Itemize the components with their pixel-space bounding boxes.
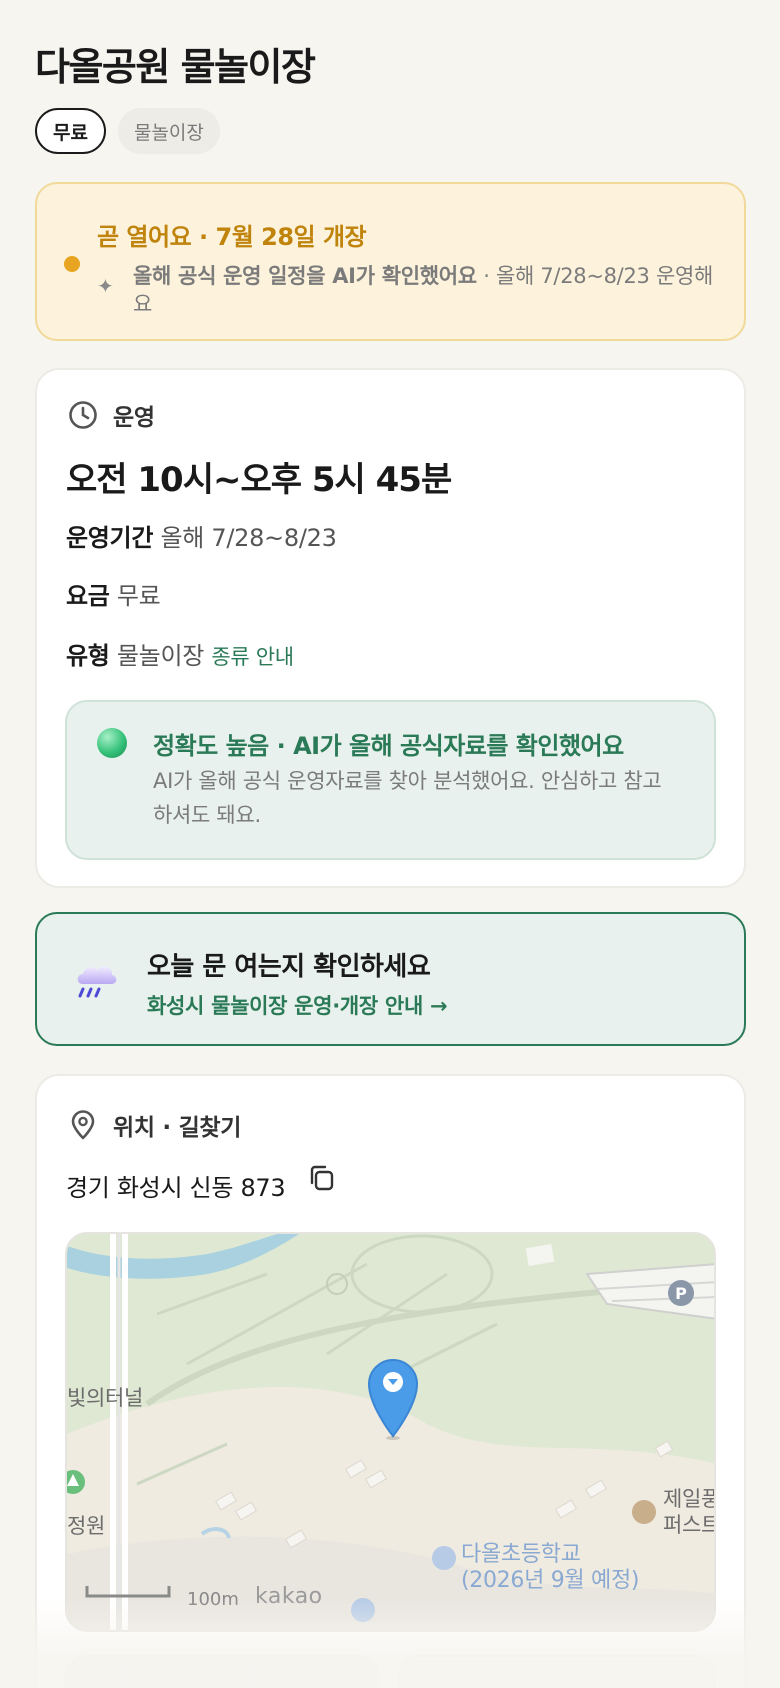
- notice-sub-bold: 올해 공식 운영 일정을 AI가 확인했어요: [133, 264, 477, 288]
- chip-waterpark[interactable]: 물놀이장: [117, 108, 220, 154]
- weather-title: 오늘 문 여는지 확인하세요: [147, 952, 431, 982]
- type-guide-link[interactable]: 종류 안내: [211, 645, 294, 669]
- accuracy-orb-icon: [97, 728, 127, 758]
- opening-notice: 곧 열어요 · 7월 28일 개장 ✦ 올해 공식 운영 일정을 AI가 확인했…: [35, 182, 746, 341]
- operation-section-label: 운영: [113, 405, 155, 431]
- notice-subtext: 올해 공식 운영 일정을 AI가 확인했어요 · 올해 7/28~8/23 운영…: [133, 262, 713, 318]
- map-label-school: 다올초등학교 (2026년 9월 예정): [461, 1542, 640, 1594]
- map-label-school-note: (2026년 9월 예정): [461, 1568, 640, 1593]
- copy-icon[interactable]: [307, 1164, 337, 1198]
- status-dot: [64, 256, 80, 272]
- address-text: 경기 화성시 신동 873: [66, 1174, 286, 1202]
- chip-free[interactable]: 무료: [35, 108, 106, 154]
- page-title: 다올공원 물놀이장: [35, 45, 316, 89]
- location-map[interactable]: P 빛의터널 정원 다올초등학교 (2026년 9월 예정) 제일풍 퍼스트 k…: [65, 1232, 716, 1632]
- fee-value: 무료: [116, 582, 161, 610]
- map-label-garden: 정원: [67, 1514, 106, 1538]
- accuracy-title: 정확도 높음 · AI가 올해 공식자료를 확인했어요: [153, 732, 624, 760]
- page: 다올공원 물놀이장 무료 물놀이장 곧 열어요 · 7월 28일 개장 ✦ 올해…: [0, 0, 780, 1688]
- period-row: 운영기간 올해 7/28~8/23: [66, 518, 337, 553]
- weather-check-banner[interactable]: 오늘 문 여는지 확인하세요 화성시 물놀이장 운영·개장 안내 →: [35, 912, 746, 1046]
- sparkle-icon: ✦: [97, 274, 114, 298]
- fee-row: 요금 무료: [66, 576, 161, 611]
- location-card: 위치 · 길찾기 경기 화성시 신동 873 P 빛의터널 정원 다올초등학교 …: [35, 1074, 746, 1688]
- map-label-tunnel: 빛의터널: [67, 1386, 144, 1410]
- location-pin-icon[interactable]: [365, 1356, 421, 1440]
- operation-card: 운영 오전 10시~오후 5시 45분 운영기간 올해 7/28~8/23 요금…: [35, 368, 746, 888]
- rain-cloud-icon: [73, 960, 119, 1004]
- type-value: 물놀이장: [116, 642, 205, 670]
- tag-chips: 무료 물놀이장: [35, 108, 220, 154]
- period-value: 올해 7/28~8/23: [160, 524, 337, 552]
- map-label-apartment-line1: 제일풍: [663, 1487, 716, 1511]
- location-section-label: 위치 · 길찾기: [113, 1115, 242, 1141]
- map-pin-icon: [67, 1109, 99, 1141]
- notice-headline: 곧 열어요 · 7월 28일 개장: [97, 223, 367, 251]
- operation-section-header: 운영: [67, 398, 155, 432]
- map-label-school-name: 다올초등학교: [461, 1542, 581, 1567]
- fee-key: 요금: [66, 582, 110, 610]
- operation-guide-link[interactable]: 화성시 물놀이장 운영·개장 안내 →: [147, 990, 448, 1020]
- type-key: 유형: [66, 642, 110, 670]
- type-row: 유형 물놀이장 종류 안내: [66, 636, 294, 671]
- map-label-apartment: 제일풍 퍼스트: [663, 1486, 716, 1538]
- clock-icon: [67, 399, 99, 431]
- period-key: 운영기간: [66, 524, 154, 552]
- bottom-fade-overlay: [0, 1598, 780, 1688]
- parking-label: P: [675, 1284, 687, 1303]
- operating-hours: 오전 10시~오후 5시 45분: [66, 460, 452, 500]
- accuracy-description: AI가 올해 공식 운영자료를 찾아 분석했어요. 안심하고 참고하셔도 돼요.: [153, 769, 662, 827]
- map-label-apartment-line2: 퍼스트: [663, 1513, 716, 1537]
- accuracy-box: 정확도 높음 · AI가 올해 공식자료를 확인했어요 AI가 올해 공식 운영…: [65, 700, 716, 860]
- location-section-header: 위치 · 길찾기: [67, 1108, 241, 1142]
